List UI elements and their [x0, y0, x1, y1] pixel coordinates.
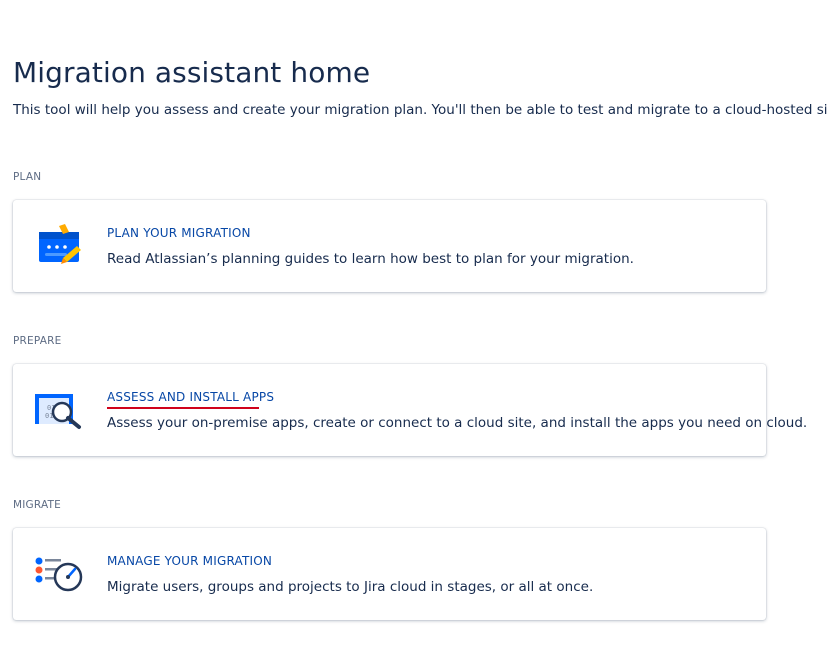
assess-apps-icon: 01 011: [35, 386, 85, 434]
plan-migration-description: Read Atlassian’s planning guides to lear…: [107, 251, 634, 267]
section-label-plan: PLAN: [13, 171, 42, 183]
manage-migration-icon: [35, 550, 85, 598]
link-underline-highlight: [107, 407, 259, 409]
section-label-migrate: MIGRATE: [13, 499, 61, 511]
manage-migration-link[interactable]: MANAGE YOUR MIGRATION: [107, 554, 272, 568]
plan-migration-link[interactable]: PLAN YOUR MIGRATION: [107, 226, 251, 240]
assess-apps-description: Assess your on-premise apps, create or c…: [107, 415, 808, 431]
manage-migration-card[interactable]: MANAGE YOUR MIGRATION Migrate users, gro…: [13, 528, 766, 620]
plan-migration-card[interactable]: PLAN YOUR MIGRATION Read Atlassian’s pla…: [13, 200, 766, 292]
page-description: This tool will help you assess and creat…: [13, 102, 827, 118]
assess-apps-link[interactable]: ASSESS AND INSTALL APPS: [107, 390, 274, 404]
assess-apps-card[interactable]: 01 011 ASSESS AND INSTALL APPS Assess yo…: [13, 364, 807, 456]
section-label-prepare: PREPARE: [13, 335, 62, 347]
page-title: Migration assistant home: [13, 56, 371, 89]
plan-icon: [35, 222, 85, 270]
manage-migration-description: Migrate users, groups and projects to Ji…: [107, 579, 594, 595]
